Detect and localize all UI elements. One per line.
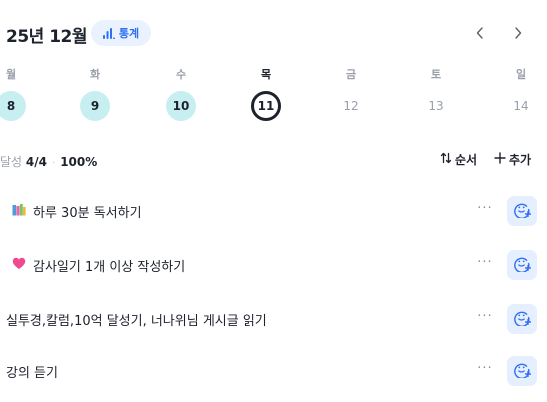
date-cell-14[interactable]: 14	[506, 91, 536, 121]
next-week-button[interactable]	[508, 22, 528, 44]
task-row[interactable]: 실투경,칼럼,10억 달성기, 너나위님 게시글 읽기 ···	[0, 301, 547, 337]
achievement-count: 4/4	[25, 155, 48, 169]
weekday-fri: 금	[345, 68, 357, 81]
sort-arrows-icon	[440, 152, 452, 167]
smiley-add-icon	[513, 360, 532, 382]
smiley-add-icon	[513, 254, 532, 276]
weekday-sat: 토	[430, 68, 442, 81]
smiley-add-icon	[513, 308, 532, 330]
add-task-label: 추가	[509, 153, 532, 167]
task-title-text: 하루 30분 독서하기	[33, 206, 142, 221]
task-row[interactable]: 강의 듣기 ···	[0, 353, 547, 389]
summary-separator: ·	[52, 158, 56, 169]
chevron-right-icon	[514, 24, 522, 43]
add-task-button[interactable]: 추가	[494, 151, 531, 168]
achievement-summary: 달성 4/4 · 100%	[0, 153, 97, 170]
task-title-text: 실투경,칼럼,10억 달성기, 너나위님 게시글 읽기	[6, 314, 267, 329]
weekday-sun: 일	[515, 68, 527, 81]
sort-order-label: 순서	[455, 153, 478, 167]
plus-icon	[494, 152, 506, 167]
achievement-percent: 100%	[60, 155, 98, 169]
more-dots-icon: ···	[477, 361, 493, 376]
task-title: 감사일기 1개 이상 작성하기	[12, 256, 185, 275]
task-title: 실투경,칼럼,10억 달성기, 너나위님 게시글 읽기	[6, 310, 267, 329]
weekday-tue: 화	[89, 68, 101, 81]
date-cell-12[interactable]: 12	[336, 91, 366, 121]
books-icon	[12, 203, 26, 220]
more-options-button[interactable]: ···	[474, 309, 496, 329]
reaction-emoji-button[interactable]	[507, 356, 537, 386]
more-dots-icon: ···	[477, 255, 493, 270]
date-cell-10[interactable]: 10	[166, 91, 196, 121]
reaction-emoji-button[interactable]	[507, 196, 537, 226]
more-dots-icon: ···	[477, 201, 493, 216]
bar-chart-icon	[102, 27, 115, 39]
task-title: 하루 30분 독서하기	[12, 202, 142, 221]
task-title-text: 강의 듣기	[6, 366, 58, 381]
more-dots-icon: ···	[477, 309, 493, 324]
more-options-button[interactable]: ···	[474, 201, 496, 221]
smiley-add-icon	[513, 200, 532, 222]
more-options-button[interactable]: ···	[474, 361, 496, 381]
calendar-header: 25년 12월 통계	[0, 20, 547, 47]
weekday-mon: 월	[5, 68, 17, 81]
task-title: 강의 듣기	[6, 362, 58, 381]
date-cell-9[interactable]: 9	[80, 91, 110, 121]
date-cell-11-today[interactable]: 11	[251, 91, 281, 121]
weekday-wed: 수	[175, 68, 187, 81]
heart-icon	[12, 257, 26, 274]
date-cell-8[interactable]: 8	[0, 91, 26, 121]
stats-button-label: 통계	[118, 27, 140, 40]
prev-week-button[interactable]	[470, 22, 490, 44]
chevron-left-icon	[476, 24, 484, 43]
achievement-label: 달성	[0, 155, 23, 169]
date-cell-13[interactable]: 13	[421, 91, 451, 121]
stats-button[interactable]: 통계	[91, 20, 151, 46]
more-options-button[interactable]: ···	[474, 255, 496, 275]
reaction-emoji-button[interactable]	[507, 304, 537, 334]
month-title[interactable]: 25년 12월	[6, 22, 88, 47]
task-row[interactable]: 감사일기 1개 이상 작성하기 ···	[0, 247, 547, 283]
sort-order-button[interactable]: 순서	[440, 151, 477, 168]
reaction-emoji-button[interactable]	[507, 250, 537, 280]
task-row[interactable]: 하루 30분 독서하기 ···	[0, 193, 547, 229]
weekday-thu: 목	[260, 68, 272, 81]
task-title-text: 감사일기 1개 이상 작성하기	[33, 260, 186, 275]
